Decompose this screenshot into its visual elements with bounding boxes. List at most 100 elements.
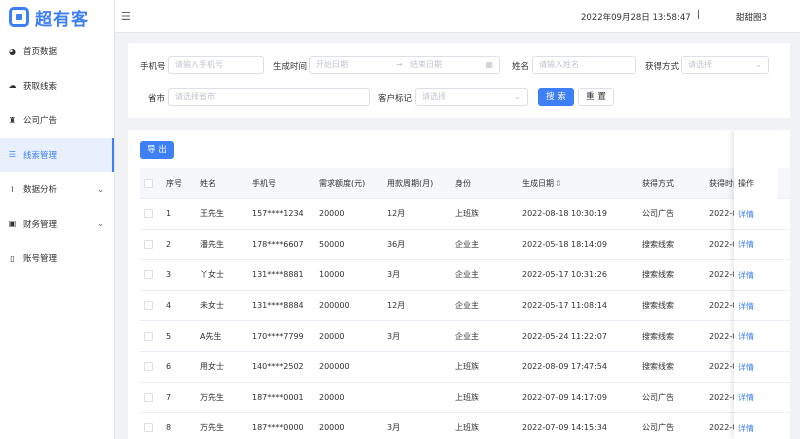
- province-select[interactable]: 请选择省市: [168, 88, 370, 106]
- cell-identity: 企业主: [455, 301, 479, 311]
- cell-date: 2022-05-18 18:14:09: [522, 239, 607, 249]
- cell-phone: 157****1234: [252, 209, 304, 219]
- detail-link[interactable]: 详情: [738, 352, 754, 383]
- cell-phone: 131****8881: [252, 270, 304, 280]
- detail-link[interactable]: 详情: [738, 230, 754, 261]
- detail-link[interactable]: 详情: [738, 260, 754, 291]
- checkbox[interactable]: [144, 301, 153, 311]
- name-label: 姓名: [512, 62, 530, 72]
- filter-panel: 手机号 请输入手机号 生成时间 开始日期 → 结束日期 ▦ 姓名 请输入姓名 获…: [128, 43, 790, 118]
- cell-name: 未女士: [200, 301, 224, 311]
- checkbox[interactable]: [144, 270, 153, 280]
- cell-date: 2022-07-09 14:17:09: [522, 392, 607, 402]
- column-header-index: 序号: [166, 178, 182, 188]
- cell-identity: 上班族: [455, 423, 479, 433]
- cell-name: 王先生: [200, 209, 224, 219]
- checkbox[interactable]: [144, 392, 153, 402]
- row-checkbox[interactable]: [144, 413, 153, 439]
- sidebar-item[interactable]: ♜ 公司广告: [0, 103, 114, 138]
- chevron-down-icon: ⌄: [97, 219, 104, 229]
- username[interactable]: 甜甜圈3: [736, 11, 767, 23]
- checkbox[interactable]: [144, 362, 153, 372]
- sidebar-item[interactable]: ▯ 账号管理: [0, 241, 114, 276]
- range-arrow: →: [396, 60, 403, 69]
- cell-index: 4: [166, 301, 172, 311]
- row-checkbox[interactable]: [144, 383, 153, 413]
- sidebar-item-label: 财务管理: [23, 219, 58, 230]
- row-checkbox[interactable]: [144, 199, 153, 229]
- table-row: 1 王先生 157****1234 20000 12月 上班族 2022-08-18 10:…: [140, 199, 790, 230]
- table-row: 7 万先生 187****0001 20000 上班族 2022-07-09 14:17:…: [140, 383, 790, 414]
- detail-link[interactable]: 详情: [738, 291, 754, 322]
- cell-phone: 170****7799: [252, 331, 304, 341]
- column-header-date: 生成日期 ⇕: [522, 178, 562, 188]
- method-select[interactable]: 请选择 ⌄: [681, 56, 769, 74]
- cell-date: 2022-08-18 10:30:19: [522, 209, 607, 219]
- reset-button[interactable]: 重 置: [578, 88, 614, 106]
- table-row: 8 万先生 187****0000 20000 3月 上班族 2022-07-09 14:1…: [140, 413, 790, 439]
- cell-name: 潘先生: [200, 239, 224, 249]
- sidebar-item[interactable]: ☁ 获取线索: [0, 69, 114, 104]
- cell-identity: 上班族: [455, 392, 479, 402]
- cell-name: 万先生: [200, 423, 224, 433]
- sidebar-item-label: 获取线索: [23, 81, 58, 92]
- cloud-icon: ☁: [8, 81, 17, 91]
- column-header-method: 获得方式: [642, 178, 674, 188]
- wallet-icon: ▣: [8, 219, 17, 229]
- time-label: 生成时间: [273, 62, 308, 72]
- row-checkbox[interactable]: [144, 321, 153, 351]
- checkbox[interactable]: [144, 209, 153, 219]
- cell-date: 2022-05-17 11:08:14: [522, 301, 607, 311]
- checkbox[interactable]: [144, 239, 153, 249]
- action-column: 操作 详情 详情 详情 详情 详情 详情 详情 详情: [734, 130, 778, 439]
- row-checkbox[interactable]: [144, 352, 153, 382]
- detail-link[interactable]: 详情: [738, 413, 754, 439]
- detail-link[interactable]: 详情: [738, 321, 754, 352]
- sort-icon[interactable]: ⇕: [555, 179, 562, 188]
- cell-identity: 上班族: [455, 362, 479, 372]
- cell-index: 1: [166, 209, 172, 219]
- current-datetime: 2022年09月28日 13:58:47: [581, 13, 691, 23]
- sidebar-item[interactable]: ☰ 线索管理: [0, 137, 114, 172]
- row-checkbox[interactable]: [144, 260, 153, 290]
- cell-period: 3月: [387, 331, 401, 341]
- name-input[interactable]: 请输入姓名: [532, 56, 636, 74]
- cell-index: 3: [166, 270, 172, 280]
- table-row: 4 未女士 131****8884 200000 12月 企业主 2022-05-17 11…: [140, 291, 790, 322]
- app-logo[interactable]: 超有客: [0, 0, 114, 34]
- cell-date: 2022-05-17 10:31:26: [522, 270, 607, 280]
- phone-input[interactable]: 请输入手机号: [168, 56, 264, 74]
- dashboard-icon: ◕: [9, 46, 16, 56]
- detail-link[interactable]: 详情: [738, 383, 754, 414]
- checkbox[interactable]: [144, 178, 153, 188]
- date-range-input[interactable]: 开始日期 → 结束日期 ▦: [309, 56, 500, 74]
- row-checkbox[interactable]: [144, 230, 153, 260]
- detail-link[interactable]: 详情: [738, 199, 754, 230]
- column-header-identity: 身份: [455, 178, 471, 188]
- cell-date: 2022-05-24 11:22:07: [522, 331, 607, 341]
- sidebar-item[interactable]: ◕ 首页数据: [0, 34, 114, 69]
- tag-select[interactable]: 请选择 ⌄: [415, 88, 528, 106]
- sidebar-item[interactable]: ⌇ 数据分析 ⌄: [0, 172, 114, 207]
- search-button[interactable]: 搜 索: [538, 88, 574, 106]
- calendar-icon: ▦: [485, 60, 493, 69]
- logo-text: 超有客: [35, 9, 89, 30]
- checkbox[interactable]: [144, 331, 153, 341]
- cell-phone: 187****0001: [252, 392, 304, 402]
- cell-method: 搜索线索: [642, 331, 674, 341]
- cell-amount: 20000: [319, 209, 345, 219]
- checkbox[interactable]: [144, 423, 153, 433]
- menu-toggle-icon[interactable]: ☰: [121, 10, 131, 23]
- row-checkbox[interactable]: [144, 291, 153, 321]
- cell-period: 3月: [387, 423, 401, 433]
- sidebar-item[interactable]: ▣ 财务管理 ⌄: [0, 207, 114, 242]
- select-all-checkbox[interactable]: [144, 168, 153, 198]
- cell-name: 用女士: [200, 362, 224, 372]
- cell-method: 公司广告: [642, 209, 674, 219]
- cell-index: 5: [166, 331, 172, 341]
- list-icon: ☰: [8, 150, 17, 160]
- export-button[interactable]: 导 出: [140, 141, 174, 159]
- table-row: 2 潘先生 178****6607 50000 36月 企业主 2022-05-18 18:…: [140, 230, 790, 261]
- column-header-name: 姓名: [200, 178, 216, 188]
- table-header-row: 序号 姓名 手机号 需求额度(元) 用款周期(月) 身份 生成日期 ⇕ 获得方式 获得时间: [140, 168, 790, 199]
